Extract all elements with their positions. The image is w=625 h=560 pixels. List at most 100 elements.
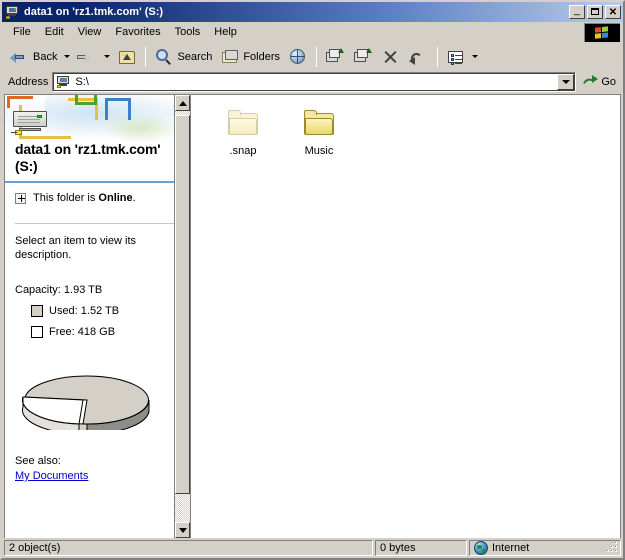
menu-item-edit[interactable]: Edit	[38, 24, 71, 40]
minimize-button[interactable]: _	[569, 5, 585, 19]
online-prefix: This folder is	[33, 192, 99, 204]
folder-icon	[227, 109, 259, 141]
menu-item-file[interactable]: File	[6, 24, 38, 40]
list-item[interactable]: .snap	[205, 107, 281, 158]
close-glyph: ✕	[608, 7, 618, 18]
banner-line-green	[75, 95, 97, 105]
network-drive-icon	[5, 4, 21, 20]
folders-icon	[220, 47, 240, 67]
go-label: Go	[601, 76, 616, 88]
history-globe-icon	[288, 47, 308, 67]
move-to-icon	[325, 47, 345, 67]
address-input[interactable]: S:\	[52, 72, 577, 92]
forward-dropdown-caret[interactable]	[104, 55, 111, 58]
scroll-down-button[interactable]	[175, 522, 190, 538]
scroll-up-button[interactable]	[175, 95, 190, 111]
toolbar-separator-3	[437, 46, 439, 67]
menu-item-favorites[interactable]: Favorites	[108, 24, 167, 40]
sidebar-scrollbar[interactable]	[174, 95, 190, 538]
list-item-label: Music	[304, 145, 334, 157]
folder-icon	[303, 109, 335, 141]
menu-bar: File Edit View Favorites Tools Help	[2, 22, 623, 43]
windows-flag-icon[interactable]	[584, 23, 620, 42]
internet-zone-globe-icon	[474, 541, 488, 555]
status-bar: 2 object(s) 0 bytes Internet	[2, 538, 623, 558]
legend-label-free: Free: 418 GB	[49, 326, 116, 338]
views-dropdown-caret[interactable]	[472, 55, 479, 58]
status-security-zone[interactable]: Internet	[469, 540, 621, 556]
drive-title: data1 on 'rz1.tmk.com' (S:)	[15, 141, 161, 174]
network-drive-large-icon	[11, 109, 51, 137]
history-button[interactable]	[284, 45, 312, 69]
list-item-label: .snap	[229, 145, 257, 157]
delete-button[interactable]	[377, 45, 405, 69]
resize-grip[interactable]	[607, 542, 619, 554]
address-bar: Address S:\ Go	[2, 71, 623, 94]
network-drive-icon	[56, 75, 72, 89]
undo-arrow-icon	[409, 47, 429, 67]
task-pane: data1 on 'rz1.tmk.com' (S:) This folder …	[5, 95, 191, 538]
see-also-links: My Documents	[5, 467, 190, 482]
undo-button[interactable]	[405, 45, 433, 69]
online-state: Online	[98, 192, 133, 204]
search-button[interactable]: Search	[150, 45, 216, 69]
menu-item-help[interactable]: Help	[207, 24, 244, 40]
capacity-label: Capacity: 1.93 TB	[15, 284, 103, 296]
magnifier-icon	[154, 47, 174, 67]
toolbar-separator-1	[145, 46, 147, 67]
legend-label-used: Used: 1.52 TB	[49, 305, 120, 317]
selection-description: Select an item to view its description.	[15, 235, 137, 261]
back-label: Back	[33, 50, 58, 63]
minimize-glyph: _	[573, 4, 581, 16]
go-button[interactable]: Go	[580, 74, 621, 90]
address-label: Address	[8, 76, 49, 88]
close-button[interactable]: ✕	[605, 5, 621, 19]
go-arrow-icon	[583, 74, 599, 90]
back-button[interactable]: Back	[6, 45, 61, 69]
toolbar-separator-2	[316, 46, 318, 67]
move-to-button[interactable]	[321, 45, 349, 69]
menu-item-tools[interactable]: Tools	[168, 24, 208, 40]
explorer-body: data1 on 'rz1.tmk.com' (S:) This folder …	[4, 94, 621, 538]
back-arrow-icon	[10, 47, 30, 67]
status-size: 0 bytes	[375, 540, 467, 556]
views-icon	[446, 47, 466, 67]
folders-button[interactable]: Folders	[216, 45, 284, 69]
file-list[interactable]: .snap Music	[191, 95, 620, 538]
menu-item-view[interactable]: View	[71, 24, 109, 40]
up-folder-icon	[117, 47, 137, 67]
address-value: S:\	[75, 76, 89, 88]
pie-chart-svg	[22, 375, 150, 435]
scrollbar-track-lower[interactable]	[175, 494, 190, 522]
window-title: data1 on 'rz1.tmk.com' (S:)	[24, 6, 164, 18]
legend-swatch-free	[31, 326, 43, 338]
legend-used: Used: 1.52 TB	[5, 296, 190, 317]
up-button[interactable]	[113, 45, 141, 69]
copy-to-icon	[353, 47, 373, 67]
search-label: Search	[177, 50, 213, 63]
maximize-button[interactable]	[587, 5, 603, 19]
forward-button[interactable]	[73, 45, 101, 69]
online-suffix: .	[132, 192, 136, 204]
window-controls: _ ✕	[569, 5, 621, 19]
drive-banner	[5, 95, 190, 141]
scrollbar-thumb[interactable]	[175, 115, 190, 494]
task-pane-content: data1 on 'rz1.tmk.com' (S:) This folder …	[5, 95, 190, 482]
status-zone-label: Internet	[492, 542, 530, 554]
forward-arrow-icon	[77, 47, 97, 67]
see-also-label: See also:	[15, 455, 61, 467]
disk-usage-pie-chart	[5, 338, 190, 435]
chevron-down-icon	[178, 527, 187, 533]
maximize-glyph	[591, 8, 599, 15]
title-bar[interactable]: data1 on 'rz1.tmk.com' (S:) _ ✕	[2, 2, 623, 22]
status-object-count: 2 object(s)	[4, 540, 373, 556]
online-status-text: This folder is Online.	[33, 192, 136, 204]
views-button[interactable]	[442, 45, 485, 69]
back-dropdown-caret[interactable]	[64, 55, 71, 58]
expand-plus-icon[interactable]	[15, 193, 26, 204]
copy-to-button[interactable]	[349, 45, 377, 69]
list-item[interactable]: Music	[281, 107, 357, 158]
link-my-documents[interactable]: My Documents	[15, 470, 88, 482]
delete-x-icon	[381, 47, 401, 67]
address-dropdown-button[interactable]	[557, 74, 575, 90]
